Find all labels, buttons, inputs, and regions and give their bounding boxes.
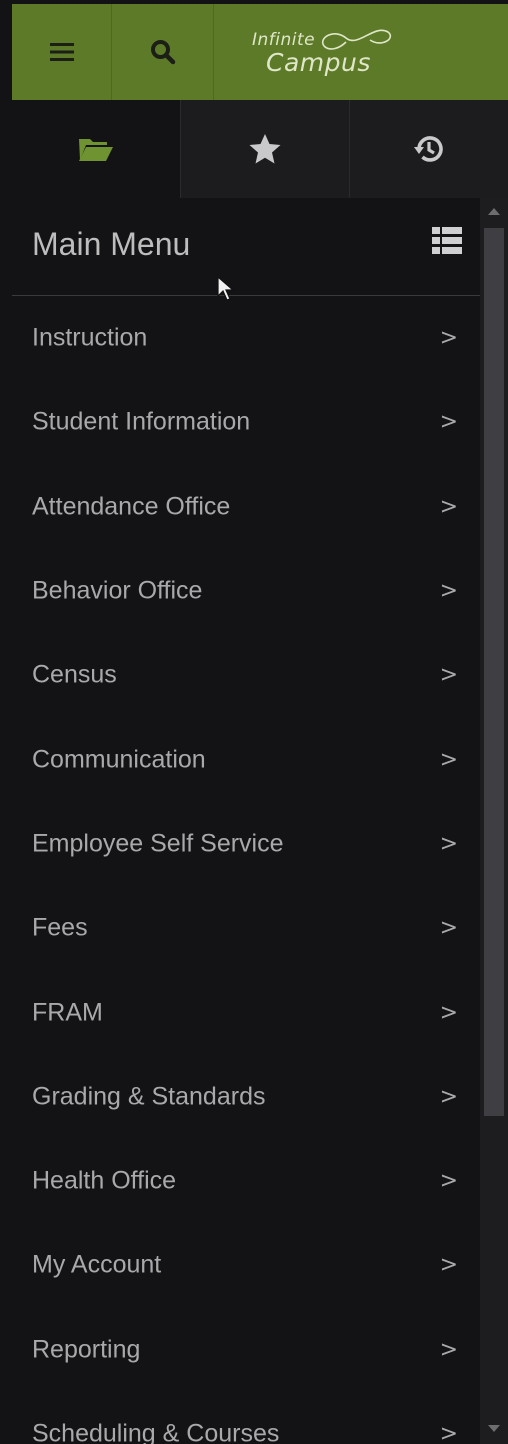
menu-item-employee-self-service[interactable]: Employee Self Service > [12, 802, 480, 886]
scrollbar-thumb[interactable] [484, 228, 504, 1116]
menu-item-label: Instruction [32, 323, 148, 352]
chevron-right-icon: > [439, 831, 458, 857]
menu-item-label: Grading & Standards [32, 1082, 266, 1111]
navigation-tabs [12, 100, 508, 198]
search-button[interactable] [112, 4, 214, 100]
menu-item-health-office[interactable]: Health Office > [12, 1139, 480, 1223]
page-title: Main Menu [32, 226, 191, 262]
chevron-right-icon: > [439, 1252, 458, 1278]
menu-item-label: Attendance Office [32, 492, 231, 521]
menu-item-behavior-office[interactable]: Behavior Office > [12, 549, 480, 633]
chevron-right-icon: > [439, 1000, 458, 1026]
menu-item-attendance-office[interactable]: Attendance Office > [12, 465, 480, 549]
main-menu-list: Instruction > Student Information > Atte… [12, 296, 480, 1444]
menu-item-label: Communication [32, 745, 206, 774]
menu-item-label: Employee Self Service [32, 829, 284, 858]
scroll-up-arrow-icon[interactable] [488, 208, 500, 215]
menu-item-grading-standards[interactable]: Grading & Standards > [12, 1055, 480, 1139]
chevron-right-icon: > [439, 578, 458, 604]
star-icon [249, 134, 281, 164]
menu-button[interactable] [12, 4, 112, 100]
chevron-right-icon: > [439, 409, 458, 435]
menu-item-label: Student Information [32, 407, 251, 436]
top-bar: Infinite Campus [12, 4, 508, 100]
menu-item-reporting[interactable]: Reporting > [12, 1308, 480, 1392]
tab-history[interactable] [349, 100, 508, 198]
menu-item-label: Behavior Office [32, 576, 203, 605]
chevron-right-icon: > [439, 747, 458, 773]
chevron-right-icon: > [439, 1084, 458, 1110]
menu-item-census[interactable]: Census > [12, 633, 480, 717]
folder-open-icon [79, 139, 113, 161]
list-view-icon[interactable] [432, 226, 462, 256]
search-icon [150, 40, 175, 65]
chevron-right-icon: > [439, 494, 458, 520]
menu-item-label: Scheduling & Courses [32, 1419, 280, 1444]
menu-item-label: Census [32, 660, 117, 689]
app-window: Infinite Campus Main Menu Instruction > … [0, 0, 508, 1444]
chevron-right-icon: > [439, 1168, 458, 1194]
menu-item-label: Fees [32, 913, 88, 942]
menu-item-label: FRAM [32, 998, 103, 1027]
menu-scrollbar[interactable] [480, 198, 508, 1444]
chevron-right-icon: > [439, 1337, 458, 1363]
menu-item-fees[interactable]: Fees > [12, 886, 480, 970]
chevron-right-icon: > [439, 662, 458, 688]
menu-item-fram[interactable]: FRAM > [12, 970, 480, 1054]
menu-item-student-information[interactable]: Student Information > [12, 380, 480, 464]
tab-menu[interactable] [12, 100, 180, 198]
menu-item-label: My Account [32, 1250, 162, 1279]
chevron-right-icon: > [439, 325, 458, 351]
hamburger-icon [49, 43, 74, 61]
menu-item-communication[interactable]: Communication > [12, 717, 480, 801]
infinite-campus-logo[interactable]: Infinite Campus [214, 4, 508, 100]
menu-item-my-account[interactable]: My Account > [12, 1223, 480, 1307]
tab-favorites[interactable] [180, 100, 349, 198]
infinity-logo-icon [321, 29, 392, 50]
menu-item-scheduling-courses[interactable]: Scheduling & Courses > [12, 1392, 480, 1444]
chevron-right-icon: > [439, 1421, 458, 1444]
menu-item-label: Reporting [32, 1335, 141, 1364]
menu-item-instruction[interactable]: Instruction > [12, 296, 480, 380]
scroll-down-arrow-icon[interactable] [488, 1425, 500, 1432]
menu-item-label: Health Office [32, 1166, 177, 1195]
chevron-right-icon: > [439, 915, 458, 941]
logo-line-1: Infinite [252, 30, 316, 50]
history-icon [414, 136, 443, 162]
main-menu-header: Main Menu [12, 198, 480, 301]
